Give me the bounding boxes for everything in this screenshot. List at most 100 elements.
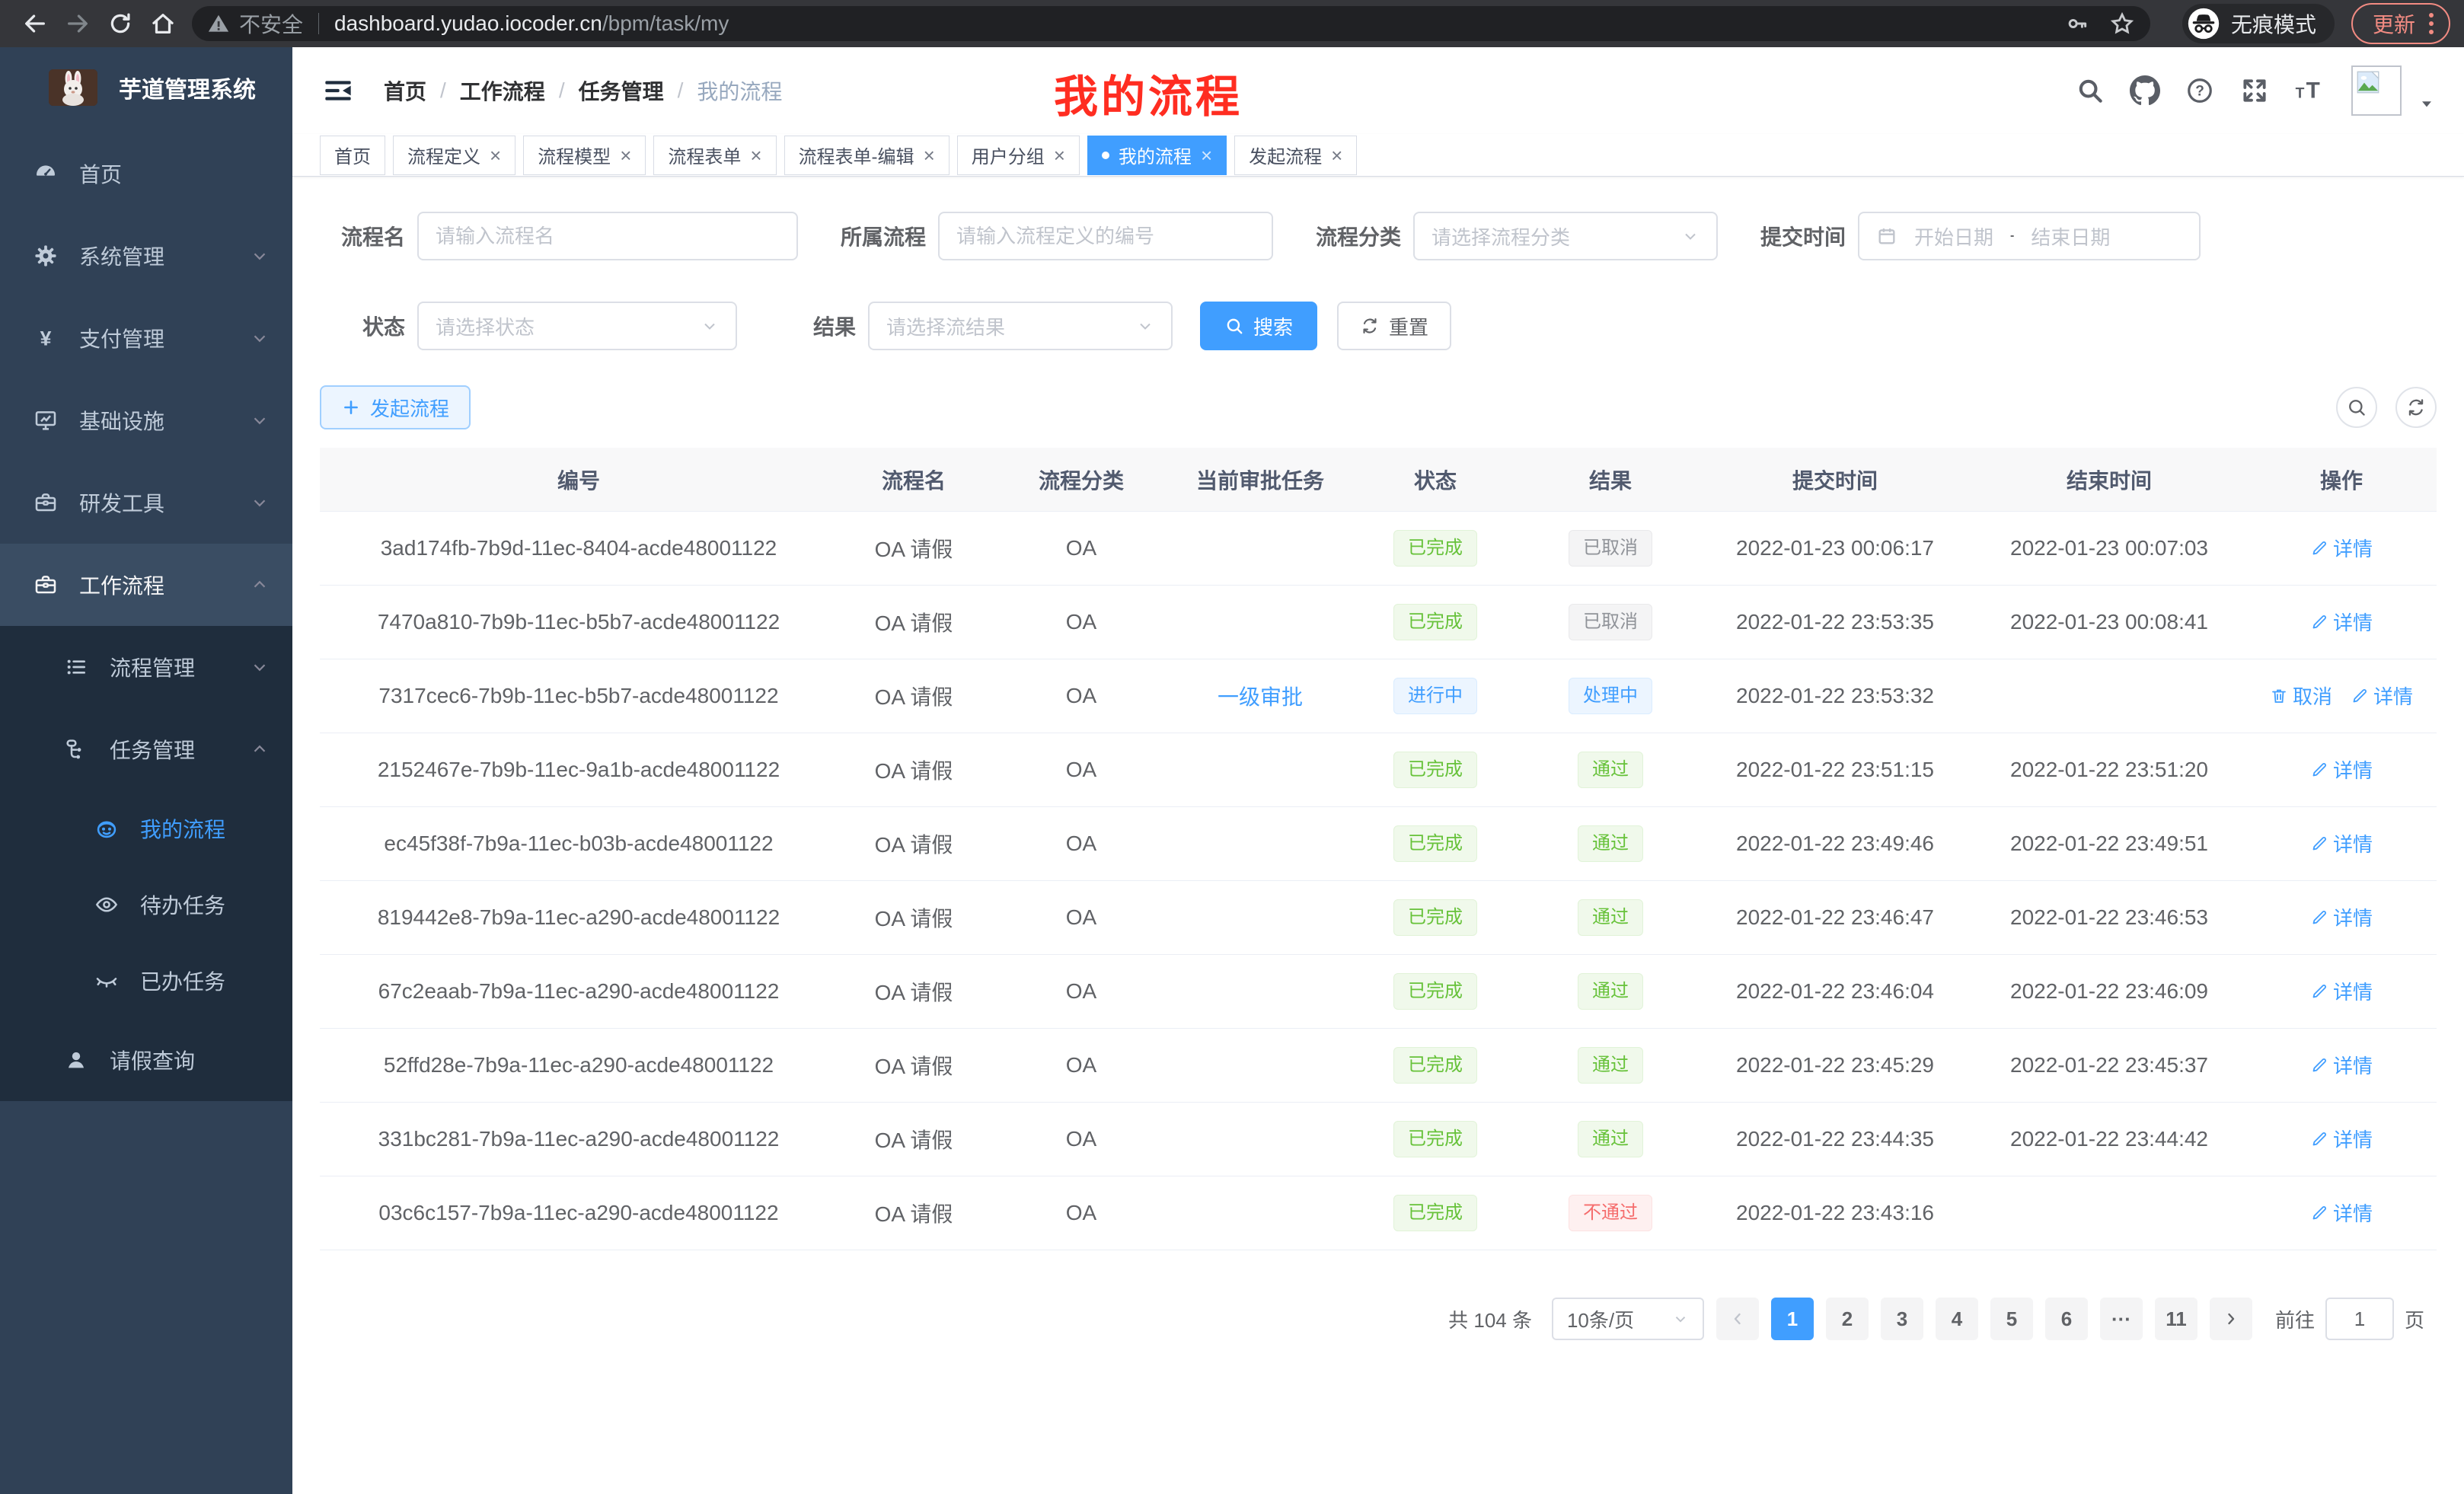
breadcrumb-item[interactable]: 首页	[384, 75, 426, 106]
tab-流程表单[interactable]: 流程表单×	[653, 136, 776, 175]
sidebar-item[interactable]: 工作流程	[0, 544, 292, 626]
toggle-search-icon[interactable]	[2336, 387, 2377, 428]
parent-process-input[interactable]	[956, 225, 1255, 248]
current-task-link[interactable]: 一级审批	[1218, 685, 1303, 709]
refresh-icon[interactable]	[2395, 387, 2437, 428]
process-category: OA	[1066, 1053, 1096, 1077]
page-button-1[interactable]: 1	[1771, 1298, 1814, 1340]
close-icon[interactable]: ×	[1054, 145, 1065, 165]
detail-link[interactable]: 详情	[2310, 755, 2373, 784]
sidebar-item[interactable]: ¥支付管理	[0, 297, 292, 379]
next-page-button[interactable]	[2210, 1298, 2252, 1340]
fullscreen-icon[interactable]	[2233, 69, 2277, 113]
category-select[interactable]: 请选择流程分类	[1413, 212, 1718, 260]
parent-process-input-box[interactable]	[938, 212, 1273, 260]
search-icon[interactable]	[2068, 69, 2112, 113]
help-icon[interactable]: ?	[2178, 69, 2222, 113]
avatar[interactable]	[2351, 65, 2402, 116]
caret-down-icon[interactable]	[2417, 94, 2437, 113]
sidebar-item[interactable]: 请假查询	[0, 1019, 292, 1101]
close-icon[interactable]: ×	[620, 145, 631, 165]
chevron-down-icon	[250, 328, 270, 348]
detail-link[interactable]: 详情	[2310, 1125, 2373, 1153]
reset-button[interactable]: 重置	[1337, 302, 1451, 350]
detail-link[interactable]: 详情	[2310, 829, 2373, 857]
process-name-input[interactable]	[436, 225, 780, 248]
sidebar-item[interactable]: 研发工具	[0, 461, 292, 544]
tab-用户分组[interactable]: 用户分组×	[957, 136, 1080, 175]
close-icon[interactable]: ×	[1331, 145, 1342, 165]
address-bar[interactable]: 不安全 dashboard.yudao.iocoder.cn/bpm/task/…	[192, 6, 2150, 41]
detail-link[interactable]: 详情	[2351, 682, 2413, 710]
browser-back-button[interactable]	[14, 5, 56, 42]
page-size-select[interactable]: 10条/页	[1552, 1298, 1704, 1340]
font-size-icon[interactable]: TT	[2287, 69, 2332, 113]
page-button-11[interactable]: 11	[2155, 1298, 2197, 1340]
tab-流程模型[interactable]: 流程模型 ×	[523, 136, 646, 175]
filter-label-process-name: 流程名	[320, 221, 405, 251]
result-select[interactable]: 请选择流结果	[868, 302, 1173, 350]
cancel-link[interactable]: 取消	[2270, 682, 2332, 710]
detail-link[interactable]: 详情	[2310, 534, 2373, 562]
breadcrumb-item[interactable]: 任务管理	[579, 75, 664, 106]
status-select[interactable]: 请选择状态	[417, 302, 737, 350]
process-name-input-box[interactable]	[417, 212, 798, 260]
browser-reload-button[interactable]	[99, 5, 142, 42]
detail-link[interactable]: 详情	[2310, 608, 2373, 636]
tab-发起流程[interactable]: 发起流程×	[1234, 136, 1357, 175]
dashboard-icon	[32, 160, 59, 187]
start-process-button[interactable]: 发起流程	[320, 385, 471, 429]
detail-link[interactable]: 详情	[2310, 977, 2373, 1005]
status-badge: 已完成	[1393, 530, 1477, 566]
tab-流程表单-编辑[interactable]: 流程表单-编辑×	[784, 136, 950, 175]
detail-link[interactable]: 详情	[2310, 1199, 2373, 1227]
sidebar-item[interactable]: 任务管理	[0, 708, 292, 790]
close-icon[interactable]: ×	[490, 145, 501, 165]
sidebar-item[interactable]: 基础设施	[0, 379, 292, 461]
browser-home-button[interactable]	[142, 5, 184, 42]
detail-link[interactable]: 详情	[2310, 903, 2373, 931]
close-icon[interactable]: ×	[924, 145, 935, 165]
tab-首页[interactable]: 首页	[320, 136, 385, 175]
tab-流程定义[interactable]: 流程定义×	[393, 136, 515, 175]
date-separator: -	[2010, 229, 2014, 243]
page-button-2[interactable]: 2	[1826, 1298, 1869, 1340]
page-button-5[interactable]: 5	[1990, 1298, 2033, 1340]
sidebar-toggle-icon[interactable]	[320, 72, 356, 109]
process-id: ec45f38f-7b9a-11ec-b03b-acde48001122	[384, 832, 773, 855]
sidebar-item[interactable]: 系统管理	[0, 215, 292, 297]
sidebar-item[interactable]: 我的流程	[0, 790, 292, 867]
update-label: 更新	[2373, 8, 2415, 39]
sidebar-item[interactable]: 已办任务	[0, 943, 292, 1019]
status-badge: 已完成	[1393, 604, 1477, 640]
bookmark-star-icon[interactable]	[2109, 11, 2135, 37]
page-ellipsis[interactable]: ···	[2100, 1298, 2143, 1340]
chevron-up-icon	[250, 575, 270, 595]
search-button[interactable]: 搜索	[1200, 302, 1317, 350]
sidebar-item[interactable]: 待办任务	[0, 867, 292, 943]
browser-update-button[interactable]: 更新	[2351, 3, 2450, 44]
end-time: 2022-01-22 23:51:20	[2010, 758, 2208, 781]
sidebar-item[interactable]: 首页	[0, 132, 292, 215]
close-icon[interactable]: ×	[1201, 145, 1212, 165]
sidebar-item[interactable]: 流程管理	[0, 626, 292, 708]
process-name: OA 请假	[875, 1055, 953, 1078]
table-row: 67c2eaab-7b9a-11ec-a290-acde48001122OA 请…	[320, 955, 2437, 1029]
tab-label: 流程模型	[538, 142, 611, 168]
date-range-picker[interactable]: 开始日期 - 结束日期	[1858, 212, 2201, 260]
tab-我的流程[interactable]: 我的流程×	[1087, 136, 1227, 175]
browser-menu-icon[interactable]	[2429, 13, 2434, 34]
password-key-icon[interactable]	[2065, 11, 2089, 36]
page-button-3[interactable]: 3	[1881, 1298, 1923, 1340]
goto-page-input[interactable]	[2325, 1298, 2394, 1340]
column-header: 结果	[1523, 464, 1698, 495]
breadcrumb-item[interactable]: 工作流程	[460, 75, 545, 106]
page-button-6[interactable]: 6	[2045, 1298, 2088, 1340]
close-icon[interactable]: ×	[750, 145, 761, 165]
browser-forward-button[interactable]	[56, 5, 99, 42]
app-logo[interactable]: 芋道管理系统	[0, 47, 292, 128]
page-button-4[interactable]: 4	[1936, 1298, 1978, 1340]
github-icon[interactable]	[2123, 69, 2167, 113]
prev-page-button[interactable]	[1716, 1298, 1759, 1340]
detail-link[interactable]: 详情	[2310, 1051, 2373, 1079]
